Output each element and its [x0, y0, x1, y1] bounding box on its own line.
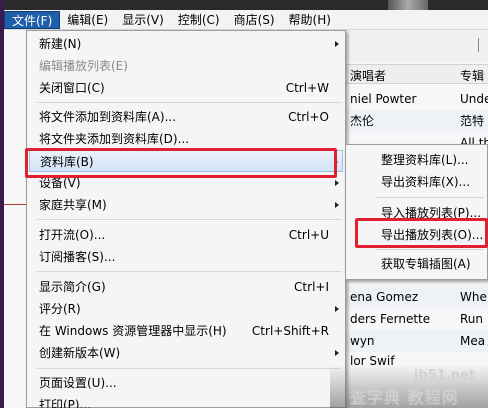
menu-item-rating[interactable]: 评分(R) [29, 298, 343, 320]
submenu-item-export-library[interactable]: 导出资料库(X)... [349, 171, 485, 193]
submenu-arrow-icon [335, 202, 339, 208]
table-row[interactable]: ena Gomez Whe [330, 286, 488, 308]
menu-controls[interactable]: 控制(C) [171, 11, 227, 29]
submenu-item-get-album-artwork[interactable]: 获取专辑插图(A) [349, 253, 485, 275]
menu-file[interactable]: 文件(F) [4, 10, 61, 29]
shortcut-label: Ctrl+Shift+R [251, 324, 329, 338]
shortcut-label: Ctrl+I [294, 280, 329, 294]
menu-store[interactable]: 商店(S) [227, 11, 282, 29]
artist-cell: ena Gomez [350, 290, 419, 304]
submenu-arrow-icon [335, 350, 339, 356]
menu-item-add-file[interactable]: 将文件添加到资料库(A)... Ctrl+O [29, 106, 343, 128]
menu-item-new[interactable]: 新建(N) [29, 33, 343, 55]
menu-item-edit-playlist: 编辑播放列表(E) [39, 59, 128, 73]
album-art-thumbnail [388, 0, 428, 10]
shortcut-label: Ctrl+W [285, 81, 329, 95]
menu-item-show-in-explorer[interactable]: 在 Windows 资源管理器中显示(H) Ctrl+Shift+R [29, 320, 343, 342]
watermark-text: jiaocheng.chazidian.com [360, 398, 460, 407]
shortcut-label: Ctrl+O [288, 110, 329, 124]
menu-item-subscribe-podcast[interactable]: 订阅播客(S)... [29, 246, 343, 268]
menu-separator [376, 249, 484, 250]
menu-item-page-setup[interactable]: 页面设置(U)... [29, 372, 343, 394]
submenu-item-organize-library[interactable]: 整理资料库(L)... [349, 149, 485, 171]
menu-item-print[interactable]: 打印(P)... [29, 394, 343, 408]
table-row[interactable]: ders Fernette Run [330, 308, 488, 330]
album-cell: 范特 [460, 114, 485, 128]
watermark-text: jb51.net [414, 368, 476, 383]
shortcut-label: Ctrl+U [288, 228, 329, 242]
album-cell: Mea [460, 334, 486, 348]
table-row[interactable]: niel Powter Unde [330, 88, 488, 110]
artist-cell: wyn [350, 334, 375, 348]
menu-item-home-sharing[interactable]: 家庭共享(M) [29, 194, 343, 216]
menu-item-open-stream[interactable]: 打开流(O)... Ctrl+U [29, 224, 343, 246]
table-row[interactable]: 杰伦 范特 [330, 110, 488, 132]
menu-view[interactable]: 显示(V) [115, 11, 171, 29]
artist-cell: 杰伦 [350, 114, 375, 128]
column-header-artist[interactable]: 演唱者 [350, 67, 386, 84]
column-header-album[interactable]: 专辑 [460, 67, 484, 84]
menu-separator [376, 197, 484, 198]
album-cell: Whe [460, 290, 487, 304]
menu-item-close-window[interactable]: 关闭窗口(C) Ctrl+W [29, 77, 343, 99]
library-toolbar [330, 30, 488, 62]
menu-item-add-folder[interactable]: 将文件夹添加到资料库(D)... [29, 128, 343, 150]
title-strip [4, 0, 488, 10]
submenu-arrow-icon [335, 180, 339, 186]
file-menu-dropdown: 新建(N) 编辑播放列表(E) 关闭窗口(C) Ctrl+W 将文件添加到资料库… [26, 30, 346, 408]
menubar: 文件(F) 编辑(E) 显示(V) 控制(C) 商店(S) 帮助(H) [4, 10, 488, 30]
menu-separator [37, 368, 341, 369]
album-cell: Unde [460, 92, 488, 106]
menu-separator [37, 102, 341, 103]
album-cell: Run [460, 312, 484, 326]
menu-item-get-info[interactable]: 显示简介(G) Ctrl+I [29, 276, 343, 298]
artist-cell: niel Powter [350, 92, 417, 106]
submenu-arrow-icon [335, 306, 339, 312]
menu-separator [37, 271, 341, 272]
column-header-row: 演唱者 专辑 [330, 64, 488, 84]
menu-help[interactable]: 帮助(H) [282, 11, 338, 29]
menu-item-create-version[interactable]: 创建新版本(W) [29, 342, 343, 364]
highlight-box-export-playlist [355, 218, 488, 248]
submenu-arrow-icon [335, 41, 339, 47]
library-submenu: 整理资料库(L)... 导出资料库(X)... 导入播放列表(P)... 导出播… [345, 144, 488, 280]
artist-cell: ders Fernette [350, 312, 431, 326]
highlight-box-library [25, 148, 337, 178]
menu-separator [37, 219, 341, 220]
menu-edit[interactable]: 编辑(E) [60, 11, 115, 29]
table-row[interactable]: wyn Mea [330, 330, 488, 352]
